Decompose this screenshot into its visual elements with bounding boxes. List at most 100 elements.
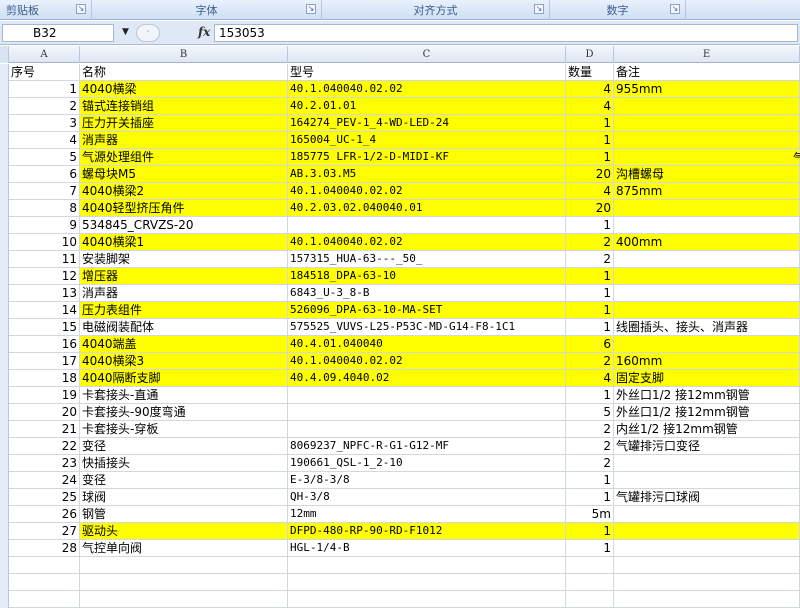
cell-index[interactable]: 17 bbox=[9, 353, 80, 370]
cell-quantity[interactable]: 4 bbox=[566, 98, 614, 115]
cell-model[interactable] bbox=[288, 387, 566, 404]
ribbon-group-number[interactable]: 数字 ↘ bbox=[550, 0, 686, 20]
empty-cell[interactable] bbox=[80, 591, 288, 608]
cell-quantity[interactable]: 2 bbox=[566, 251, 614, 268]
empty-cell[interactable] bbox=[9, 574, 80, 591]
row-stub[interactable] bbox=[0, 217, 9, 234]
cell-remark[interactable] bbox=[614, 251, 800, 268]
cell-model[interactable]: 185775 LFR-1/2-D-MIDI-KF bbox=[288, 149, 566, 166]
cell-name[interactable]: 4040轻型挤压角件 bbox=[80, 200, 288, 217]
empty-cell[interactable] bbox=[566, 574, 614, 591]
cell-remark[interactable]: 160mm bbox=[614, 353, 800, 370]
cell-quantity[interactable]: 1 bbox=[566, 472, 614, 489]
row-stub[interactable] bbox=[0, 234, 9, 251]
cell-remark[interactable]: 固定支脚 bbox=[614, 370, 800, 387]
row-stub[interactable] bbox=[0, 387, 9, 404]
ribbon-group-alignment[interactable]: 对齐方式 ↘ bbox=[322, 0, 550, 20]
cell-remark[interactable]: 400mm bbox=[614, 234, 800, 251]
cell-remark[interactable] bbox=[614, 285, 800, 302]
row-stub[interactable] bbox=[0, 183, 9, 200]
cell-model[interactable]: 157315_HUA-63---_50_ bbox=[288, 251, 566, 268]
header-cell-model[interactable]: 型号 bbox=[288, 64, 566, 81]
row-stub[interactable] bbox=[0, 302, 9, 319]
header-cell-remark[interactable]: 备注 bbox=[614, 64, 800, 81]
row-stub[interactable] bbox=[0, 421, 9, 438]
cell-index[interactable]: 27 bbox=[9, 523, 80, 540]
row-stub[interactable] bbox=[0, 251, 9, 268]
cell-index[interactable]: 22 bbox=[9, 438, 80, 455]
row-stub[interactable] bbox=[0, 115, 9, 132]
cell-quantity[interactable]: 5m bbox=[566, 506, 614, 523]
cell-remark[interactable] bbox=[614, 302, 800, 319]
cell-remark[interactable] bbox=[614, 540, 800, 557]
empty-cell[interactable] bbox=[614, 557, 800, 574]
cell-quantity[interactable]: 2 bbox=[566, 421, 614, 438]
cell-index[interactable]: 23 bbox=[9, 455, 80, 472]
row-stub[interactable] bbox=[0, 285, 9, 302]
column-header-e[interactable]: E bbox=[614, 46, 800, 63]
cell-quantity[interactable]: 4 bbox=[566, 370, 614, 387]
cell-quantity[interactable]: 1 bbox=[566, 115, 614, 132]
cell-name[interactable]: 气控单向阀 bbox=[80, 540, 288, 557]
cell-model[interactable]: QH-3/8 bbox=[288, 489, 566, 506]
cell-quantity[interactable]: 1 bbox=[566, 302, 614, 319]
empty-cell[interactable] bbox=[566, 591, 614, 608]
row-stub[interactable] bbox=[0, 336, 9, 353]
empty-cell[interactable] bbox=[288, 574, 566, 591]
cell-index[interactable]: 2 bbox=[9, 98, 80, 115]
empty-cell[interactable] bbox=[9, 591, 80, 608]
dialog-launcher-icon[interactable]: ↘ bbox=[534, 4, 544, 14]
cell-quantity[interactable]: 1 bbox=[566, 217, 614, 234]
cell-index[interactable]: 12 bbox=[9, 268, 80, 285]
cell-index[interactable]: 28 bbox=[9, 540, 80, 557]
ribbon-group-clipboard[interactable]: 剪贴板 ↘ bbox=[0, 0, 92, 20]
cell-model[interactable]: E-3/8-3/8 bbox=[288, 472, 566, 489]
cell-quantity[interactable]: 2 bbox=[566, 438, 614, 455]
cell-name[interactable]: 4040端盖 bbox=[80, 336, 288, 353]
row-stub[interactable] bbox=[0, 166, 9, 183]
cell-quantity[interactable]: 1 bbox=[566, 132, 614, 149]
cell-remark[interactable] bbox=[614, 472, 800, 489]
cell-index[interactable]: 14 bbox=[9, 302, 80, 319]
row-stub[interactable] bbox=[0, 98, 9, 115]
empty-cell[interactable] bbox=[288, 591, 566, 608]
cell-model[interactable]: 8069237_NPFC-R-G1-G12-MF bbox=[288, 438, 566, 455]
cell-name[interactable]: 锚式连接销组 bbox=[80, 98, 288, 115]
cell-name[interactable]: 4040横梁3 bbox=[80, 353, 288, 370]
cell-name[interactable]: 534845_CRVZS-20 bbox=[80, 217, 288, 234]
cell-index[interactable]: 13 bbox=[9, 285, 80, 302]
cell-index[interactable]: 25 bbox=[9, 489, 80, 506]
cell-index[interactable]: 20 bbox=[9, 404, 80, 421]
cell-remark[interactable]: 外丝口1/2 接12mm钢管 bbox=[614, 404, 800, 421]
empty-cell[interactable] bbox=[288, 557, 566, 574]
cell-quantity[interactable]: 1 bbox=[566, 285, 614, 302]
cell-index[interactable]: 5 bbox=[9, 149, 80, 166]
cell-index[interactable]: 7 bbox=[9, 183, 80, 200]
row-stub[interactable] bbox=[0, 540, 9, 557]
row-stub[interactable] bbox=[0, 64, 9, 81]
cell-quantity[interactable]: 20 bbox=[566, 200, 614, 217]
cell-index[interactable]: 16 bbox=[9, 336, 80, 353]
cell-model[interactable]: 40.4.09.4040.02 bbox=[288, 370, 566, 387]
cell-quantity[interactable]: 4 bbox=[566, 81, 614, 98]
cell-index[interactable]: 21 bbox=[9, 421, 80, 438]
row-stub[interactable] bbox=[0, 506, 9, 523]
cell-remark[interactable] bbox=[614, 132, 800, 149]
column-header-a[interactable]: A bbox=[9, 46, 80, 63]
cell-remark[interactable] bbox=[614, 336, 800, 353]
cell-model[interactable]: 575525_VUVS-L25-P53C-MD-G14-F8-1C1 bbox=[288, 319, 566, 336]
cell-remark[interactable] bbox=[614, 98, 800, 115]
cell-name[interactable]: 消声器 bbox=[80, 132, 288, 149]
cell-index[interactable]: 18 bbox=[9, 370, 80, 387]
cell-model[interactable] bbox=[288, 421, 566, 438]
cell-name[interactable]: 变径 bbox=[80, 438, 288, 455]
cell-remark[interactable] bbox=[614, 217, 800, 234]
cell-index[interactable]: 9 bbox=[9, 217, 80, 234]
empty-cell[interactable] bbox=[80, 557, 288, 574]
cell-quantity[interactable]: 20 bbox=[566, 166, 614, 183]
row-stub[interactable] bbox=[0, 438, 9, 455]
cell-remark[interactable]: 沟槽螺母 bbox=[614, 166, 800, 183]
cell-name[interactable]: 卡套接头-直通 bbox=[80, 387, 288, 404]
dialog-launcher-icon[interactable]: ↘ bbox=[670, 4, 680, 14]
cell-model[interactable]: 12mm bbox=[288, 506, 566, 523]
